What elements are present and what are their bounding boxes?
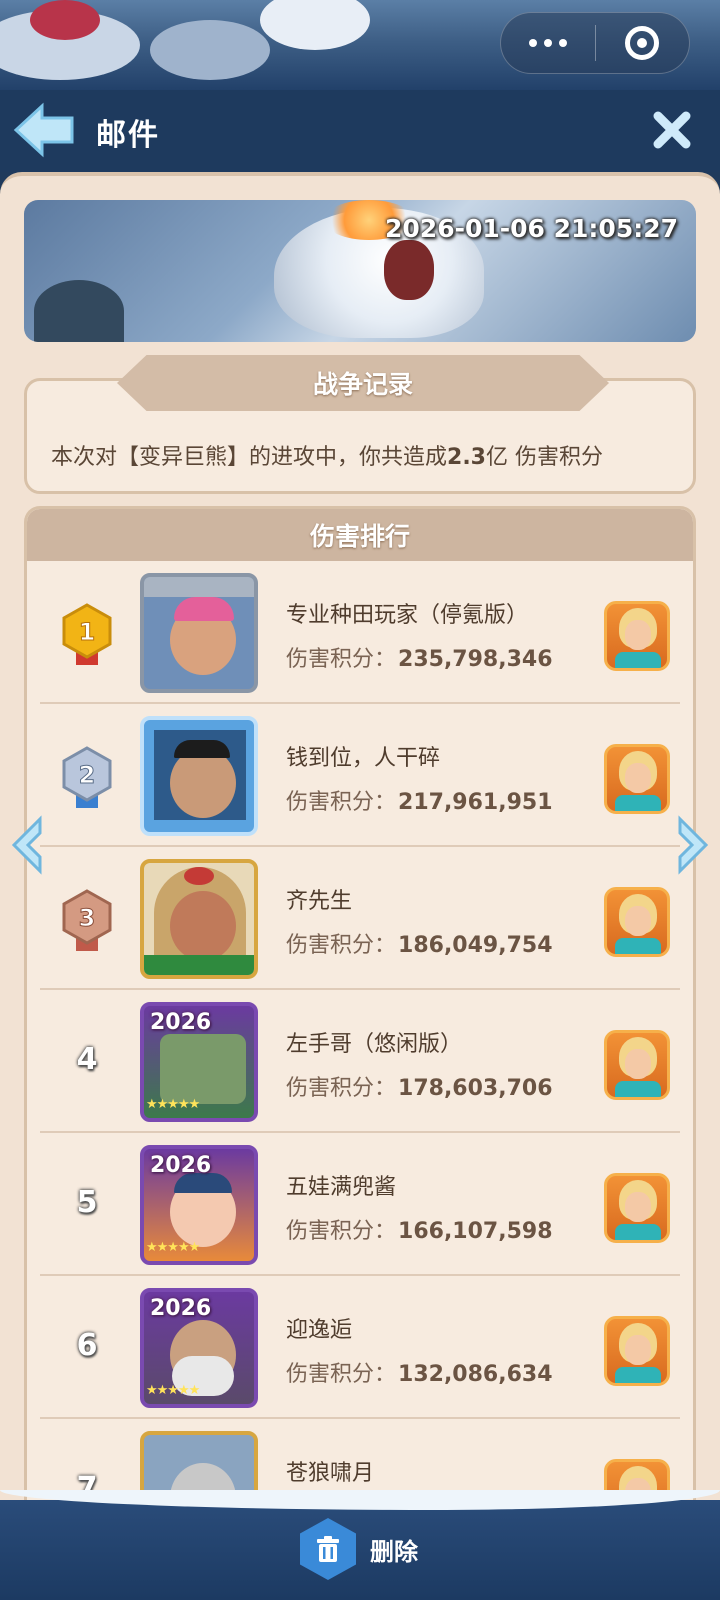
rank-number: 6 (76, 1328, 98, 1363)
player-name: 齐先生 (286, 889, 353, 914)
bottom-bar: 删除 (0, 1490, 720, 1600)
ranking-row[interactable]: 6 2026 ★★★★★ 迎逸逅 伤害积分：132,086,634 (40, 1276, 680, 1419)
hero-icon[interactable] (604, 1316, 670, 1386)
damage-value: 2.3 (447, 445, 486, 470)
close-icon[interactable] (652, 110, 692, 150)
frame-tag: 2026 (150, 1153, 212, 1178)
player-score: 伤害积分：132,086,634 (286, 1362, 553, 1387)
title-bar: 邮件 (0, 90, 720, 172)
svg-text:2: 2 (79, 761, 96, 789)
hero-icon[interactable] (604, 744, 670, 814)
player-name: 五娃满兜酱 (286, 1175, 397, 1200)
mail-timestamp: 2026-01-06 21:05:27 (385, 214, 678, 243)
delete-button[interactable]: 删除 (300, 1518, 418, 1580)
player-avatar: 2026 ★★★★★ (140, 1145, 258, 1265)
ranking-row[interactable]: 5 2026 ★★★★★ 五娃满兜酱 伤害积分：166,107,598 (40, 1133, 680, 1276)
page-title: 邮件 (96, 118, 160, 153)
gold-medal-icon: 1 (62, 603, 112, 665)
player-avatar (140, 716, 258, 836)
ranking-row[interactable]: 2 钱到位，人干碎 伤害积分：217,961,951 (40, 704, 680, 847)
player-score: 伤害积分：178,603,706 (286, 1076, 553, 1101)
stars-decoration: ★★★★★ (146, 1240, 200, 1255)
player-avatar: 2026 ★★★★★ (140, 1002, 258, 1122)
rank-number: 4 (76, 1042, 98, 1077)
player-score: 伤害积分：186,049,754 (286, 933, 553, 958)
delete-label: 删除 (370, 1537, 418, 1566)
ranking-title: 伤害排行 (309, 522, 410, 551)
back-arrow-icon[interactable] (12, 102, 76, 158)
ranking-row[interactable]: 4 2026 ★★★★★ 左手哥（悠闲版） 伤害积分：178,603,706 (40, 990, 680, 1133)
damage-ranking: 伤害排行 1 专业种田玩家（停氪版） 伤害积分：235,798,346 2 钱到… (24, 506, 696, 1516)
more-button[interactable] (501, 13, 595, 73)
battle-banner: 2026-01-06 21:05:27 (24, 200, 696, 342)
player-name: 苍狼啸月 (286, 1461, 375, 1486)
frame-tag: 2026 (150, 1296, 212, 1321)
player-avatar (140, 573, 258, 693)
svg-text:3: 3 (79, 904, 96, 932)
trash-icon (300, 1518, 356, 1580)
hero-icon[interactable] (604, 601, 670, 671)
player-avatar (140, 859, 258, 979)
player-score: 伤害积分：235,798,346 (286, 647, 553, 672)
rank-number: 5 (76, 1185, 98, 1220)
more-dots-icon (528, 39, 567, 47)
bronze-medal-icon: 3 (62, 889, 112, 951)
war-record-ribbon: 战争记录 (117, 355, 609, 411)
player-avatar: 2026 ★★★★★ (140, 1288, 258, 1408)
mail-panel: 2026-01-06 21:05:27 战争记录 本次对【变异巨熊】的进攻中，你… (0, 172, 720, 1516)
hero-icon[interactable] (604, 1030, 670, 1100)
next-arrow-icon[interactable] (672, 815, 712, 875)
silver-medal-icon: 2 (62, 746, 112, 808)
stars-decoration: ★★★★★ (146, 1383, 200, 1398)
stars-decoration: ★★★★★ (146, 1097, 200, 1112)
ranking-row[interactable]: 3 齐先生 伤害积分：186,049,754 (40, 847, 680, 990)
hero-icon[interactable] (604, 1173, 670, 1243)
svg-text:1: 1 (79, 618, 96, 646)
top-art-strip (0, 0, 720, 90)
ranking-header: 伤害排行 (27, 509, 693, 561)
frame-tag: 2026 (150, 1010, 212, 1035)
player-name: 迎逸逅 (286, 1318, 353, 1343)
player-score: 伤害积分：166,107,598 (286, 1219, 553, 1244)
player-score: 伤害积分：217,961,951 (286, 790, 553, 815)
war-record-card: 战争记录 本次对【变异巨熊】的进攻中，你共造成2.3亿 伤害积分 (24, 355, 696, 494)
player-name: 专业种田玩家（停氪版） (286, 603, 529, 628)
prev-arrow-icon[interactable] (8, 815, 48, 875)
exit-button[interactable] (596, 13, 690, 73)
mini-program-capsule (500, 12, 690, 74)
ranking-row[interactable]: 1 专业种田玩家（停氪版） 伤害积分：235,798,346 (40, 561, 680, 704)
hero-icon[interactable] (604, 887, 670, 957)
war-record-title: 战争记录 (312, 370, 413, 399)
player-name: 钱到位，人干碎 (286, 746, 441, 771)
player-name: 左手哥（悠闲版） (286, 1032, 463, 1057)
war-record-text: 本次对【变异巨熊】的进攻中，你共造成2.3亿 伤害积分 (51, 445, 603, 470)
target-icon (625, 26, 660, 60)
